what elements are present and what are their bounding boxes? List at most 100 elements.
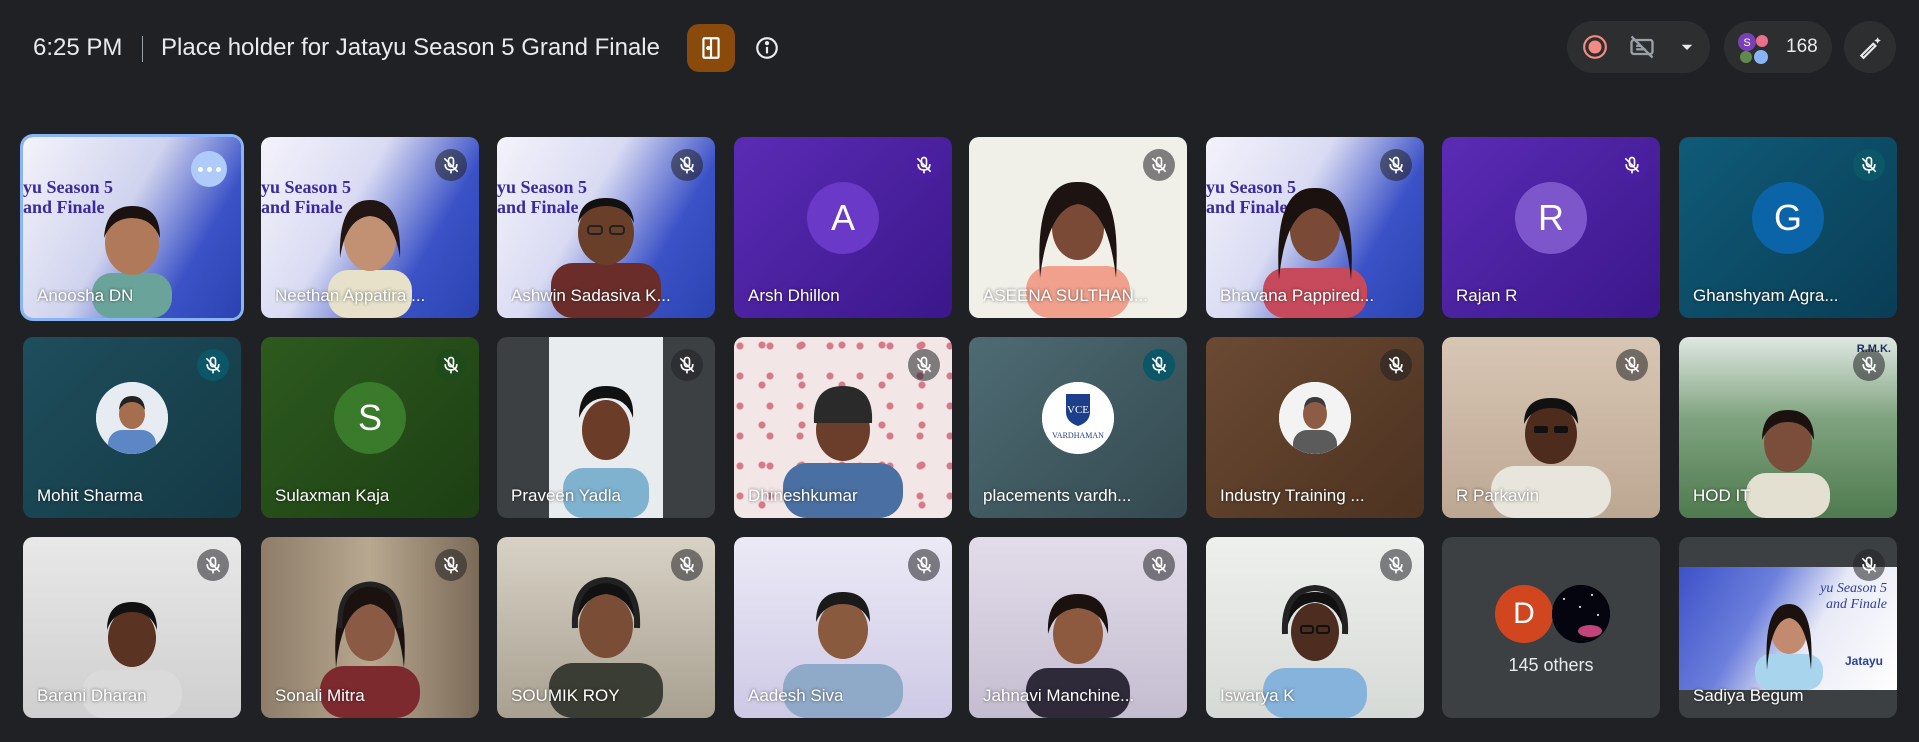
participant-tile[interactable]: A Arsh Dhillon	[734, 137, 952, 318]
participant-name: Anoosha DN	[37, 286, 134, 305]
mic-muted-indicator	[908, 149, 940, 181]
avatar	[1552, 585, 1610, 643]
avatar	[1279, 381, 1351, 454]
mic-muted-indicator	[197, 549, 229, 581]
participant-tile[interactable]: R.M.K. HOD IT	[1679, 337, 1897, 518]
others-tile[interactable]: D 145 others	[1442, 537, 1660, 718]
mic-muted-indicator	[1616, 149, 1648, 181]
participant-tile[interactable]: Mohit Sharma	[23, 337, 241, 518]
participant-name: Praveen Yadla	[511, 486, 621, 505]
participant-tile[interactable]: Industry Training ...	[1206, 337, 1424, 518]
mic-off-icon	[1861, 356, 1877, 374]
mic-off-icon	[1151, 556, 1167, 574]
participant-name: Barani Dharan	[37, 686, 147, 705]
more-options-button[interactable]	[191, 151, 227, 187]
header-divider	[142, 36, 143, 62]
participant-tile[interactable]: Sonali Mitra	[261, 537, 479, 718]
mic-off-icon	[916, 156, 932, 174]
participants-avatars-icon: S	[1738, 33, 1768, 64]
mic-muted-indicator	[671, 549, 703, 581]
participant-tile[interactable]: VCE VARDHAMAN placements vardh...	[969, 337, 1187, 518]
participant-tile[interactable]: Praveen Yadla	[497, 337, 715, 518]
participants-button[interactable]: S 168	[1724, 21, 1832, 73]
captions-off-button[interactable]	[1628, 33, 1656, 61]
clock: 6:25 PM	[33, 34, 123, 61]
breakout-rooms-button[interactable]	[687, 24, 735, 72]
presentation-frame: yu Season 5 and Finale Jatayu	[1679, 567, 1897, 690]
mic-off-icon	[1861, 556, 1877, 574]
participant-name: SOUMIK ROY	[511, 686, 620, 705]
participant-tile[interactable]: G Ghanshyam Agra...	[1679, 137, 1897, 318]
participant-tile[interactable]: Dhineshkumar	[734, 337, 952, 518]
meeting-info-button[interactable]	[752, 33, 782, 63]
mic-off-icon	[679, 356, 695, 374]
mic-muted-indicator	[435, 349, 467, 381]
participant-name: Industry Training ...	[1220, 486, 1365, 505]
mic-off-icon	[916, 356, 932, 374]
avatar: D	[1495, 585, 1553, 643]
mic-muted-indicator	[1143, 349, 1175, 381]
participant-tile[interactable]: yu Season 5 and Finale Ashwin Sadasiva K…	[497, 137, 715, 318]
host-controls-button[interactable]	[1844, 21, 1896, 73]
participant-tile[interactable]: Jahnavi Manchine...	[969, 537, 1187, 718]
others-count-label: 145 others	[1508, 655, 1594, 675]
participant-tile[interactable]: Barani Dharan	[23, 537, 241, 718]
avatar: S	[334, 381, 406, 454]
participant-name: Rajan R	[1456, 286, 1518, 305]
mic-off-icon	[1151, 356, 1167, 374]
mic-muted-indicator	[1853, 549, 1885, 581]
participant-tile[interactable]: yu Season 5 and Finale Anoosha DN	[23, 137, 241, 318]
recording-controls	[1567, 21, 1710, 73]
mic-muted-indicator	[1853, 149, 1885, 181]
mic-muted-indicator	[1616, 349, 1648, 381]
event-banner-text: yu Season 5 and Finale	[1820, 581, 1887, 613]
mic-muted-indicator	[1143, 149, 1175, 181]
participant-tile[interactable]: R Rajan R	[1442, 137, 1660, 318]
participant-tile[interactable]: yu Season 5 and Finale Jatayu Sadiya Beg…	[1679, 537, 1897, 718]
participant-tile[interactable]: ASEENA SULTHAN...	[969, 137, 1187, 318]
profile-photo	[96, 381, 168, 454]
participant-name: Bhavana Pappired...	[1220, 286, 1375, 305]
mic-off-icon	[1624, 356, 1640, 374]
no-captions-icon	[1630, 35, 1654, 59]
participant-tile[interactable]: yu Season 5 and Finale Bhavana Pappired.…	[1206, 137, 1424, 318]
mini-avatar-letter: S	[1743, 37, 1750, 49]
avatar: VCE VARDHAMAN	[1042, 381, 1114, 454]
logo-text: VCE	[1067, 404, 1089, 416]
mic-muted-indicator	[1380, 549, 1412, 581]
mic-muted-indicator	[671, 149, 703, 181]
participant-name: Aadesh Siva	[748, 686, 844, 705]
mic-muted-indicator	[435, 549, 467, 581]
participant-name: Sulaxman Kaja	[275, 486, 390, 505]
participant-name: Ghanshyam Agra...	[1693, 286, 1839, 305]
mic-muted-indicator	[908, 549, 940, 581]
participant-tile[interactable]: R Parkavin	[1442, 337, 1660, 518]
avatar: G	[1752, 181, 1824, 254]
participant-tile[interactable]: yu Season 5 and Finale Neethan Appatira …	[261, 137, 479, 318]
participant-name: Sonali Mitra	[275, 686, 365, 705]
participant-name: placements vardh...	[983, 486, 1132, 505]
mic-muted-indicator	[197, 349, 229, 381]
chevron-down-icon	[1681, 44, 1693, 50]
mic-off-icon	[443, 556, 459, 574]
mic-off-icon	[1388, 356, 1404, 374]
participant-tile[interactable]: Aadesh Siva	[734, 537, 952, 718]
participant-tile[interactable]: Iswarya K	[1206, 537, 1424, 718]
participant-tile[interactable]: S Sulaxman Kaja	[261, 337, 479, 518]
brand-logo-text: Jatayu	[1844, 654, 1883, 668]
participant-tile[interactable]: SOUMIK ROY	[497, 537, 715, 718]
mic-muted-indicator	[1380, 149, 1412, 181]
profile-photo	[1279, 381, 1351, 454]
info-icon	[756, 37, 778, 59]
recording-button[interactable]	[1581, 33, 1609, 61]
mic-off-icon	[443, 156, 459, 174]
mic-off-icon	[1388, 556, 1404, 574]
participant-name: Mohit Sharma	[37, 486, 143, 505]
mic-muted-indicator	[1853, 349, 1885, 381]
logo-text: VARDHAMAN	[1052, 431, 1104, 440]
participant-name: Arsh Dhillon	[748, 286, 840, 305]
recording-menu-dropdown[interactable]	[1673, 33, 1701, 61]
mic-off-icon	[679, 156, 695, 174]
banner-line: and Finale	[1825, 597, 1887, 612]
mic-off-icon	[916, 556, 932, 574]
